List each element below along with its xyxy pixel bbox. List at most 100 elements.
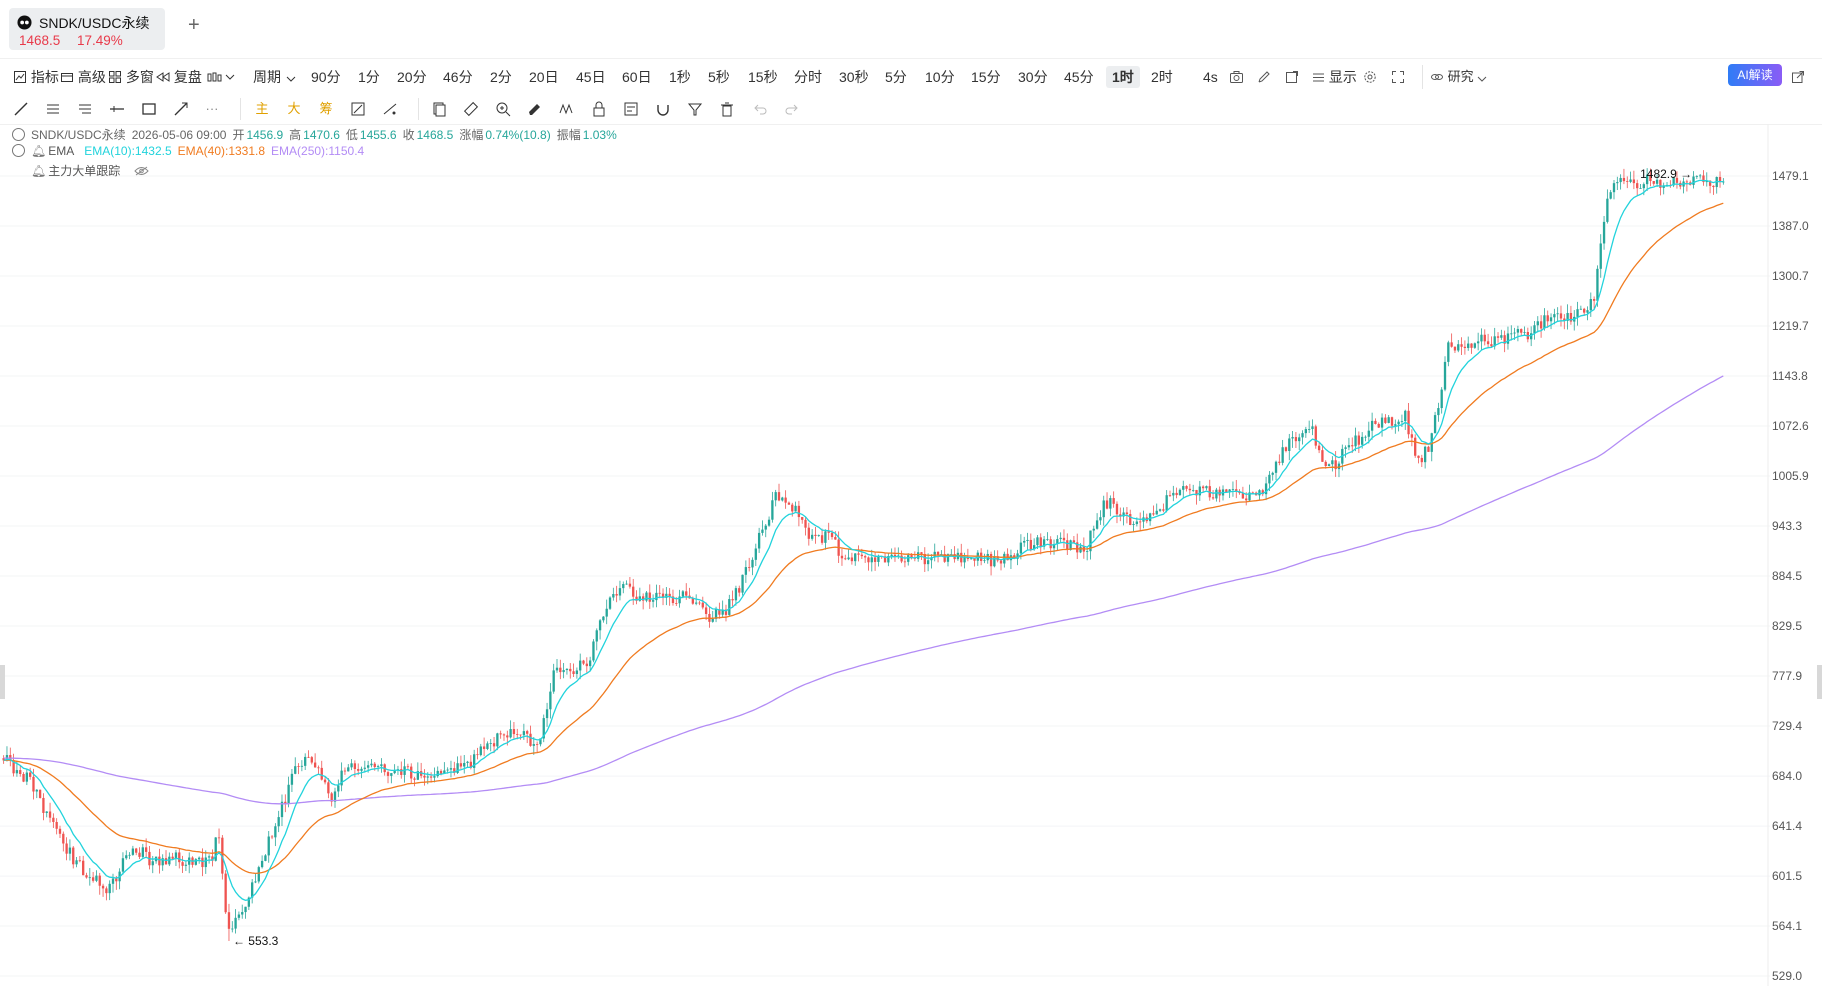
left-panel-handle[interactable] — [0, 665, 5, 699]
replay-button[interactable]: 复盘 — [156, 66, 202, 88]
extended-line-icon[interactable] — [172, 100, 190, 118]
interval-15s[interactable]: 15秒 — [748, 66, 778, 88]
collapse-toggle-icon[interactable] — [12, 144, 25, 157]
candle-body — [1510, 333, 1513, 335]
more-tools-button[interactable]: ··· — [203, 100, 221, 118]
research-label: 研究 — [1447, 69, 1474, 84]
template-icon[interactable] — [622, 100, 640, 118]
fullscreen-button[interactable] — [1391, 66, 1405, 88]
interval-10m[interactable]: 10分 — [925, 66, 955, 88]
interval-5m[interactable]: 5分 — [885, 66, 907, 88]
candle-body — [1490, 344, 1493, 347]
tab-last-price: 1468.5 — [19, 33, 61, 48]
interval-90m[interactable]: 90分 — [311, 66, 341, 88]
interval-1s[interactable]: 1秒 — [669, 66, 691, 88]
trash-icon[interactable] — [718, 100, 736, 118]
candle-body — [920, 552, 923, 554]
share-button[interactable] — [1791, 66, 1805, 88]
candle-body — [1417, 455, 1420, 458]
interval-2h[interactable]: 2时 — [1151, 66, 1173, 88]
candle-body — [58, 828, 62, 834]
interval-timeshare[interactable]: 分时 — [794, 66, 822, 88]
interval-5s[interactable]: 5秒 — [708, 66, 730, 88]
candle-body — [466, 761, 469, 763]
screenshot-button[interactable] — [1229, 66, 1244, 88]
period-dropdown[interactable]: 周期 — [253, 66, 297, 88]
draw-pen-button[interactable] — [1257, 66, 1271, 88]
trend-line-icon[interactable] — [12, 100, 30, 118]
advanced-button[interactable]: 高级 — [60, 66, 106, 88]
interval-30m[interactable]: 30分 — [1018, 66, 1048, 88]
ema-indicator-name[interactable]: EMA — [48, 144, 74, 158]
settings-button[interactable] — [1363, 66, 1377, 88]
undo-icon[interactable] — [751, 100, 769, 118]
research-dropdown[interactable]: 研究 — [1430, 66, 1487, 88]
interval-20m[interactable]: 20分 — [397, 66, 427, 88]
candle-body — [1148, 513, 1152, 522]
candle-body — [1612, 183, 1616, 193]
ai-interpret-button[interactable]: AI解读 — [1728, 64, 1782, 86]
interval-1m[interactable]: 1分 — [358, 66, 380, 88]
interval-45d[interactable]: 45日 — [576, 66, 606, 88]
price-chart[interactable]: 1479.1 1387.0 1300.7 1219.7 1143.8 1072.6 1005… — [0, 124, 1822, 986]
candle-body — [224, 873, 227, 913]
candle-body — [1172, 492, 1175, 496]
interval-45m[interactable]: 45分 — [1064, 66, 1094, 88]
rectangle-tool-icon[interactable] — [140, 100, 158, 118]
bell-icon[interactable]: 🔔︎ — [31, 164, 46, 178]
ruler-icon[interactable] — [462, 100, 480, 118]
multi-window-button[interactable]: 多窗 — [108, 66, 154, 88]
candle-body — [698, 602, 701, 604]
interval-60d[interactable]: 60日 — [622, 66, 652, 88]
candle-body — [873, 557, 877, 562]
interval-20d[interactable]: 20日 — [529, 66, 559, 88]
big-order-tool[interactable]: 大 — [285, 100, 303, 118]
candle-body — [88, 877, 91, 879]
eye-hidden-icon[interactable] — [134, 166, 149, 176]
candle-body — [1281, 447, 1284, 463]
candle-body — [366, 765, 370, 768]
parallel-channel-icon[interactable] — [76, 100, 94, 118]
pattern-icon[interactable] — [558, 100, 576, 118]
chip-distribution-tool[interactable]: 筹 — [317, 100, 335, 118]
candle-body — [277, 817, 280, 827]
lock-icon[interactable] — [590, 100, 608, 118]
candle-body — [350, 763, 353, 768]
horizontal-lines-icon[interactable] — [44, 100, 62, 118]
interval-1h[interactable]: 1时 — [1106, 66, 1140, 88]
measure-icon[interactable] — [381, 100, 399, 118]
popout-button[interactable] — [1285, 66, 1299, 88]
zoom-in-icon[interactable] — [494, 100, 512, 118]
main-force-tool[interactable]: 主 — [253, 100, 271, 118]
magic-select-icon[interactable] — [349, 100, 367, 118]
bell-icon[interactable]: 🔔︎ — [31, 144, 46, 158]
candle-body — [1447, 342, 1450, 362]
candle-body — [1583, 308, 1586, 313]
copy-icon[interactable] — [430, 100, 448, 118]
display-button[interactable]: 显示 — [1312, 66, 1357, 88]
candle-body — [847, 557, 850, 560]
interval-30s[interactable]: 30秒 — [839, 66, 869, 88]
candle-body — [1483, 334, 1486, 342]
candle-body — [290, 773, 294, 785]
candle-body — [844, 558, 847, 560]
candle-body — [1380, 417, 1384, 428]
candle-body — [1586, 310, 1589, 313]
candle-body — [270, 836, 274, 838]
add-tab-button[interactable]: + — [188, 14, 200, 37]
tracker-name[interactable]: 主力大单跟踪 — [48, 164, 120, 178]
redo-icon[interactable] — [783, 100, 801, 118]
interval-15m[interactable]: 15分 — [971, 66, 1001, 88]
interval-46m[interactable]: 46分 — [443, 66, 473, 88]
indicator-button[interactable]: 指标 — [13, 66, 59, 88]
candle-body — [1433, 415, 1437, 434]
collapse-toggle-icon[interactable] — [12, 128, 25, 141]
brush-icon[interactable] — [526, 100, 544, 118]
interval-2m[interactable]: 2分 — [490, 66, 512, 88]
filter-icon[interactable] — [686, 100, 704, 118]
horizontal-ray-icon[interactable] — [108, 100, 126, 118]
magnet-icon[interactable] — [654, 100, 672, 118]
right-panel-handle[interactable] — [1817, 665, 1822, 699]
chart-style-dropdown[interactable] — [206, 66, 236, 88]
symbol-tab[interactable]: SNDK/USDC永续 1468.5 17.49% — [9, 8, 165, 50]
